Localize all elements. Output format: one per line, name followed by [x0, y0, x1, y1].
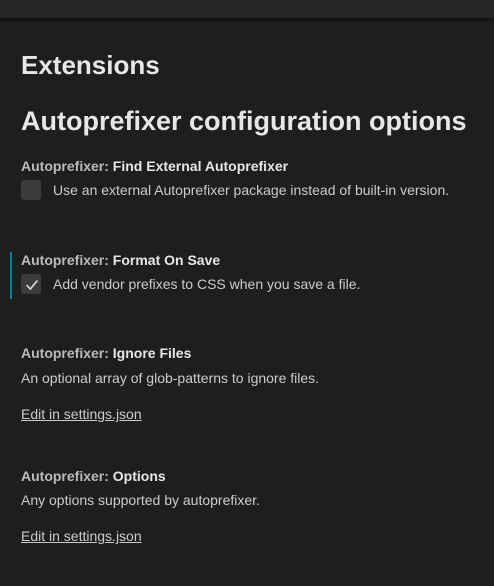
setting-description: An optional array of glob-patterns to ig…: [21, 370, 320, 386]
group-title: Autoprefixer configuration options: [21, 106, 467, 136]
setting-label: Autoprefixer: Options: [21, 467, 494, 485]
setting-category: Autoprefixer:: [21, 158, 113, 174]
setting-key: Ignore Files: [112, 345, 192, 361]
modified-indicator: [10, 252, 12, 299]
setting-category: Autoprefixer:: [21, 345, 113, 361]
edit-in-settings-json-link[interactable]: Edit in settings.json: [21, 527, 142, 545]
setting-format-on-save: Autoprefixer: Format On Save Add vendor …: [21, 251, 494, 294]
check-icon: [26, 280, 38, 290]
setting-key: Find External Autoprefixer: [112, 158, 289, 174]
setting-description: Add vendor prefixes to CSS when you save…: [53, 276, 361, 292]
setting-ignore-files: Autoprefixer: Ignore Files An optional a…: [21, 344, 494, 424]
format-on-save-checkbox[interactable]: [21, 274, 41, 294]
setting-key: Format On Save: [112, 252, 221, 268]
setting-label: Autoprefixer: Format On Save: [21, 251, 494, 269]
edit-in-settings-json-link[interactable]: Edit in settings.json: [21, 405, 142, 423]
setting-label: Autoprefixer: Find External Autoprefixer: [21, 157, 494, 175]
setting-category: Autoprefixer:: [21, 252, 113, 268]
setting-value-row: Add vendor prefixes to CSS when you save…: [21, 274, 494, 294]
setting-options: Autoprefixer: Options Any options suppor…: [21, 467, 494, 546]
setting-category: Autoprefixer:: [21, 468, 113, 484]
setting-description: Use an external Autoprefixer package ins…: [53, 182, 450, 198]
setting-description: Any options supported by autoprefixer.: [21, 492, 260, 508]
find-external-autoprefixer-checkbox[interactable]: [21, 180, 41, 200]
setting-key: Options: [112, 468, 166, 484]
editor-title-bar: [0, 0, 494, 18]
setting-label: Autoprefixer: Ignore Files: [21, 344, 494, 362]
setting-find-external-autoprefixer: Autoprefixer: Find External Autoprefixer…: [21, 157, 494, 200]
section-title: Extensions: [21, 50, 160, 80]
setting-value-row: Use an external Autoprefixer package ins…: [21, 180, 494, 200]
